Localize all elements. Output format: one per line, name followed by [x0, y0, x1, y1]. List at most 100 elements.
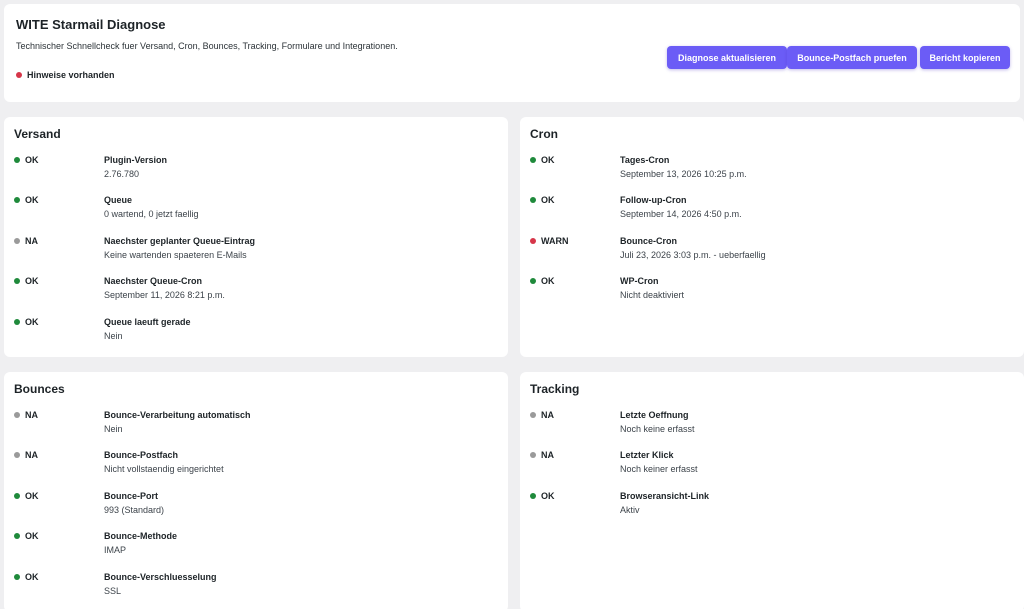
status-text: NA	[541, 450, 554, 461]
check-label: WP-Cron	[620, 276, 659, 287]
status-text: NA	[25, 410, 38, 420]
status-badge: OK	[530, 155, 555, 165]
status-dot-icon	[14, 318, 20, 325]
status-text: NA	[25, 450, 38, 461]
status-text: OK	[541, 155, 555, 165]
check-label: Bounce-Cron	[620, 235, 677, 246]
diagnostic-row: OK Tages-Cron September 13, 2026 10:25 p.m…	[520, 155, 1024, 189]
status-dot-icon	[14, 412, 20, 418]
diagnose-header-panel: WITE Starmail Diagnose Technischer Schne…	[4, 4, 1020, 102]
cron-panel: Cron OK Tages-Cron September 13, 2026 10:2…	[520, 117, 1024, 357]
diagnostic-row: OK Bounce-Port 993 (Standard)	[4, 491, 508, 525]
check-value: IMAP	[104, 545, 127, 556]
check-value: September 14, 2026 4:50 p.m.	[620, 209, 742, 220]
diagnostic-row: OK Queue laeuft gerade Nein	[4, 317, 508, 351]
tracking-panel: Tracking NA Letzte Oeffnung Noch keine erf…	[520, 372, 1024, 609]
check-label: Letzter Klick	[620, 450, 674, 461]
check-value: Aktiv	[620, 504, 640, 515]
status-dot-icon	[14, 278, 20, 285]
diagnostic-row: OK Naechster Queue-Cron September 11, 2026…	[4, 276, 508, 310]
status-text: OK	[25, 316, 39, 327]
check-value: SSL	[104, 585, 122, 596]
diagnostic-row: NA Naechster geplanter Queue-Eintrag Keine…	[4, 236, 508, 270]
check-label: Naechster geplanter Queue-Eintrag	[104, 235, 256, 246]
check-value: September 11, 2026 8:21 p.m.	[104, 290, 225, 301]
check-label: Bounce-Port	[104, 490, 158, 501]
hint-status: Hinweise vorhanden	[16, 70, 115, 80]
diagnostic-row: NA Letzte Oeffnung Noch keine erfasst	[520, 410, 1024, 444]
check-value: 0 wartend, 0 jetzt faellig	[104, 209, 199, 220]
diagnostic-row: NA Bounce-Postfach Nicht vollstaendig eing…	[4, 450, 508, 484]
check-value: September 13, 2026 10:25 p.m.	[620, 169, 747, 179]
diagnostic-row: NA Letzter Klick Noch keiner erfasst	[520, 450, 1024, 484]
status-dot-icon	[530, 452, 536, 459]
versand-panel: Versand OK Plugin-Version 2.76.780 OK Queue 0…	[4, 117, 508, 357]
check-value: Nein	[104, 424, 123, 434]
check-label: Queue laeuft gerade	[104, 316, 191, 327]
check-label: Follow-up-Cron	[620, 195, 687, 206]
check-label: Tages-Cron	[620, 155, 670, 165]
check-label: Letzte Oeffnung	[620, 410, 689, 420]
check-label: Naechster Queue-Cron	[104, 276, 203, 287]
status-badge: OK	[14, 572, 39, 582]
status-badge: OK	[14, 195, 39, 205]
status-text: OK	[541, 276, 555, 287]
status-dot-icon	[14, 492, 20, 499]
check-value: Nicht deaktiviert	[620, 290, 685, 301]
diagnostic-row: OK Queue 0 wartend, 0 jetzt faellig	[4, 195, 508, 229]
status-badge: OK	[14, 276, 39, 286]
bounces-panel: Bounces NA Bounce-Verarbeitung automatisc…	[4, 372, 508, 609]
check-bounce-mailbox-button[interactable]: Bounce-Postfach pruefen	[787, 46, 917, 69]
check-value: Keine wartenden spaeteren E-Mails	[104, 249, 247, 260]
status-text: NA	[25, 235, 38, 246]
check-value: Juli 23, 2026 3:03 p.m. - ueberfaellig	[620, 249, 766, 260]
refresh-diagnose-button[interactable]: Diagnose aktualisieren	[667, 46, 787, 69]
diagnostic-row: OK WP-Cron Nicht deaktiviert	[520, 276, 1024, 310]
diagnostic-row: OK Browseransicht-Link Aktiv	[520, 491, 1024, 525]
status-badge: NA	[14, 410, 38, 420]
copy-report-button[interactable]: Bericht kopieren	[920, 46, 1010, 69]
check-label: Bounce-Verarbeitung automatisch	[104, 410, 251, 420]
status-text: OK	[25, 155, 39, 165]
status-text: NA	[541, 410, 554, 420]
check-label: Browseransicht-Link	[620, 490, 710, 501]
check-label: Bounce-Methode	[104, 531, 177, 542]
diagnostic-row: WARN Bounce-Cron Juli 23, 2026 3:03 p.m. -…	[520, 236, 1024, 270]
status-badge: OK	[14, 155, 39, 165]
diagnostic-row: OK Bounce-Methode IMAP	[4, 531, 508, 565]
status-text: WARN	[541, 235, 569, 246]
status-badge: OK	[14, 531, 39, 541]
cron-title: Cron	[530, 127, 558, 141]
status-badge: OK	[14, 317, 39, 327]
check-value: 2.76.780	[104, 169, 140, 179]
status-dot-icon	[530, 278, 536, 285]
status-badge: WARN	[530, 236, 569, 246]
diagnostic-row: OK Bounce-Verschluesselung SSL	[4, 572, 508, 606]
status-badge: NA	[14, 450, 38, 460]
versand-title: Versand	[14, 127, 61, 141]
tracking-title: Tracking	[530, 382, 580, 396]
status-text: OK	[541, 490, 555, 501]
diagnostic-row: NA Bounce-Verarbeitung automatisch Nein	[4, 410, 508, 444]
status-text: OK	[25, 276, 39, 287]
diagnostic-row: OK Plugin-Version 2.76.780	[4, 155, 508, 189]
status-dot-icon	[14, 197, 20, 204]
status-dot-icon	[530, 197, 536, 204]
check-value: 993 (Standard)	[104, 504, 165, 515]
status-text: OK	[25, 195, 39, 206]
check-value: Noch keiner erfasst	[620, 464, 698, 475]
hint-label: Hinweise vorhanden	[27, 70, 115, 80]
status-dot-icon	[530, 157, 536, 163]
status-dot-icon	[14, 157, 20, 163]
check-label: Bounce-Postfach	[104, 450, 179, 461]
status-badge: OK	[14, 491, 39, 501]
status-badge: OK	[530, 195, 555, 205]
page-subtitle: Technischer Schnellcheck fuer Versand, C…	[16, 41, 398, 51]
status-text: OK	[25, 531, 39, 542]
status-dot-icon	[530, 412, 536, 418]
status-badge: OK	[530, 491, 555, 501]
status-badge: NA	[530, 450, 554, 460]
status-text: OK	[25, 490, 39, 501]
page-title: WITE Starmail Diagnose	[16, 17, 166, 32]
warning-dot-icon	[16, 72, 22, 78]
